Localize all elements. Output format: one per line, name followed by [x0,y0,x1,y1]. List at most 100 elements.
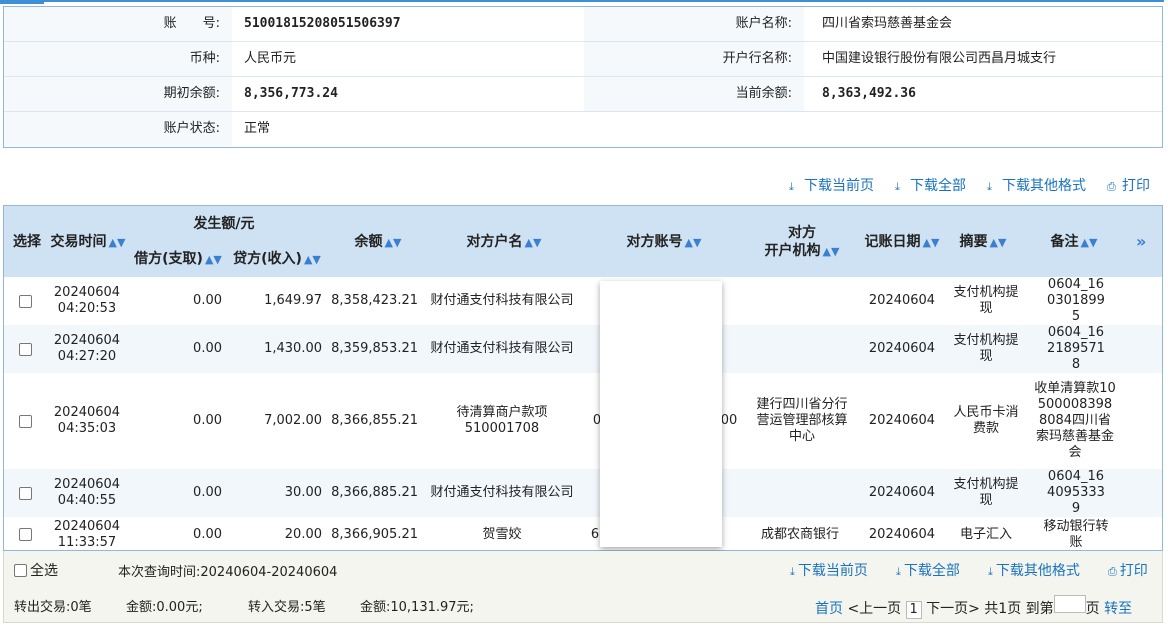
account-name-value: 四川省索玛慈善基金会 [822,16,953,31]
row-checkbox[interactable] [18,414,32,428]
row-debit: 0.00 [193,293,222,308]
row-summary: 电子汇入 [959,526,1012,542]
download-icon: ⤓ [789,180,794,193]
row-date: 20240604 [53,405,121,420]
download-icon: ⤓ [987,180,992,193]
download-page-link[interactable]: ⤓ 下载当前页 [789,175,874,195]
select-all[interactable]: 全选 [14,560,58,580]
out-tx-count: 转出交易:0笔 [14,600,92,615]
row-post-date: 20240604 [868,413,936,428]
row-balance: 8,359,853.21 [331,341,418,356]
row-balance: 8,366,905.21 [331,526,418,542]
row-balance: 8,366,885.21 [331,485,418,500]
active-tab-indicator [0,0,44,4]
footer-download-other-link[interactable]: ⤓ 下载其他格式 [988,560,1080,580]
row-date: 20240604 [53,477,121,492]
info-row-status: 账户状态: 正常 [4,112,1162,147]
sort-icon: ▲▼ [108,236,126,249]
header-cp-account[interactable]: 对方账号 ▲▼ [604,233,724,252]
status-label: 账户状态: [4,112,232,146]
pagination: 首页 <上一页 1 下一页> 共1页 到第 页 转至 [815,595,1132,619]
prev-page-link[interactable]: <上一页 [847,601,901,617]
row-time: 04:40:55 [57,493,117,508]
account-info-panel: 账 号: 51001815208051506397 账户名称: 四川省索玛慈善基… [3,6,1163,148]
query-time: 本次查询时间:20240604-20240604 [118,565,338,580]
table-row: 20240604 11:33:57 0.00 20.00 8,366,905.21… [4,517,1162,550]
goto-button[interactable]: 转至 [1104,601,1132,617]
first-page-link[interactable]: 首页 [815,601,843,617]
printer-icon: ⎙ [1108,565,1117,578]
header-credit[interactable]: 贷方(收入) ▲▼ [230,250,324,269]
header-remark[interactable]: 备注 ▲▼ [1044,233,1104,252]
row-credit: 20.00 [284,526,322,542]
opening-balance-label: 期初余额: [4,77,232,111]
status-value: 正常 [244,121,271,136]
table-row: 20240604 04:40:55 0.00 30.00 8,366,885.21… [4,469,1162,517]
header-post-date[interactable]: 记账日期 ▲▼ [862,233,942,252]
table-footer: 全选 本次查询时间:20240604-20240604 ⤓ 下载当前页 ⤓ 下载全部… [3,551,1163,623]
current-page: 1 [905,601,922,619]
select-all-checkbox[interactable] [14,564,27,577]
header-debit[interactable]: 借方(支取) ▲▼ [132,250,224,269]
download-all-link[interactable]: ⤓ 下载全部 [895,175,966,195]
row-post-date: 20240604 [868,293,936,308]
table-row: 20240604 04:20:53 0.00 1,649.97 8,358,423… [4,277,1162,325]
next-page-link[interactable]: 下一页> [926,601,980,617]
row-debit: 0.00 [193,341,222,356]
row-summary: 人民币卡消费款 [953,405,1019,436]
sort-icon: ▲▼ [822,245,840,258]
row-checkbox[interactable] [18,294,32,308]
header-cp-name[interactable]: 对方户名 ▲▼ [444,233,564,252]
top-tab-bar [0,0,1164,4]
row-time: 04:27:20 [57,349,117,364]
download-icon: ⤓ [988,565,993,578]
header-summary[interactable]: 摘要 ▲▼ [952,233,1014,252]
row-remark: 0604_1603018995 [1047,277,1105,324]
sort-icon: ▲▼ [989,236,1007,249]
row-checkbox[interactable] [18,342,32,356]
row-date: 20240604 [53,285,121,300]
goto-label: 到第 [1025,601,1054,617]
opening-balance-value: 8,356,773.24 [244,86,338,101]
sort-icon: ▲▼ [303,253,321,266]
row-remark: 0604_1640953339 [1047,469,1105,516]
download-other-link[interactable]: ⤓ 下载其他格式 [987,175,1086,195]
current-balance-label: 当前余额: [584,77,804,111]
row-checkbox[interactable] [18,528,32,541]
total-pages: 共1页 [984,601,1022,617]
header-cp-bank[interactable]: 对方 开户机构 ▲▼ [752,224,852,261]
row-credit: 1,649.97 [264,293,322,308]
row-summary: 支付机构提现 [953,477,1019,508]
header-balance[interactable]: 余额 ▲▼ [338,233,418,252]
current-balance-value: 8,363,492.36 [822,86,916,101]
row-checkbox[interactable] [18,486,32,500]
download-icon: ⤓ [896,565,901,578]
row-balance: 8,366,855.21 [331,413,418,428]
currency-value: 人民币元 [244,51,297,66]
row-summary: 支付机构提现 [953,333,1019,364]
row-debit: 0.00 [193,526,222,542]
row-cp-name: 财付通支付科技有限公司 [430,485,574,500]
account-no-value: 51001815208051506397 [244,16,401,31]
info-row-account: 账 号: 51001815208051506397 账户名称: 四川省索玛慈善基… [4,7,1162,42]
sort-icon: ▲▼ [922,236,940,249]
expand-columns-icon[interactable]: » [1136,232,1146,251]
row-cp-bank [752,277,844,325]
print-link[interactable]: ⎙ 打印 [1107,175,1150,195]
footer-print-link[interactable]: ⎙ 打印 [1108,560,1148,580]
footer-download-all-link[interactable]: ⤓ 下载全部 [896,560,960,580]
header-time[interactable]: 交易时间 ▲▼ [48,233,128,252]
row-time: 04:35:03 [57,421,117,436]
in-tx-count: 转入交易:5笔 [248,600,326,615]
row-time: 11:33:57 [57,535,117,550]
printer-icon: ⎙ [1107,180,1116,193]
out-amount: 金额:0.00元; [126,600,203,615]
page-unit-label: 页 [1085,601,1100,617]
footer-download-page-link[interactable]: ⤓ 下载当前页 [790,560,868,580]
goto-page-input[interactable] [1053,595,1086,613]
sort-icon: ▲▼ [204,253,222,266]
header-amount-group: 发生额/元 [193,216,255,232]
download-icon: ⤓ [895,180,900,193]
row-cp-name: 财付通支付科技有限公司 [430,341,574,356]
redaction-overlay [600,281,722,547]
